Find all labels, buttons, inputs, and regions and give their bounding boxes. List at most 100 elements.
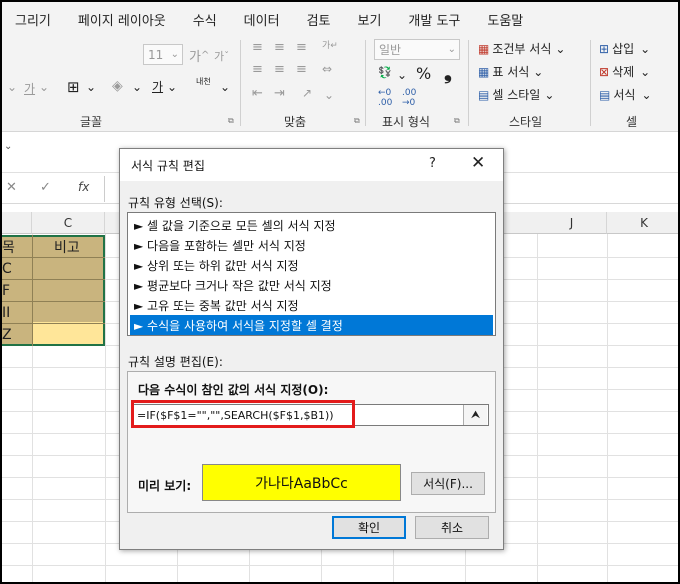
tab-review[interactable]: 검토 xyxy=(307,10,331,29)
orientation-icon[interactable]: ↗ xyxy=(302,86,312,100)
column-header-c[interactable]: C xyxy=(32,212,105,234)
table-format-label: 표 서식 xyxy=(492,65,530,79)
korean-chevron-icon[interactable]: ⌄ xyxy=(220,80,230,94)
table-cell[interactable]: 비고 xyxy=(54,236,80,257)
delete-icon: ⊠ xyxy=(599,64,610,79)
orientation-chevron-icon[interactable]: ⌄ xyxy=(324,88,334,102)
border-icon[interactable]: ⊞ xyxy=(67,78,80,96)
shrink-font-button[interactable]: 가ˇ xyxy=(214,48,229,64)
collapse-dialog-button[interactable]: ⮝ xyxy=(463,405,487,425)
tab-draw[interactable]: 그리기 xyxy=(15,10,51,29)
align-center-icon[interactable]: ≡ xyxy=(274,62,285,77)
align-middle-icon[interactable]: ≡ xyxy=(274,40,285,55)
tab-help[interactable]: 도움말 xyxy=(487,10,523,29)
table-cell[interactable]: F xyxy=(2,280,10,301)
korean-rotate-button[interactable]: 내천 xyxy=(196,76,211,87)
format-button[interactable]: ▤ 서식 ⌄ xyxy=(599,86,652,103)
group-cell-label: 셀 xyxy=(626,115,638,129)
list-item[interactable]: ► 고유 또는 중복 값만 서식 지정 xyxy=(130,295,493,315)
formula-label: 다음 수식이 참인 값의 서식 지정(O): xyxy=(138,383,329,397)
chevron-down-icon[interactable]: ⌄ xyxy=(4,141,12,152)
comma-label: ❟ xyxy=(444,60,452,84)
chevron-down-icon: ⌄ xyxy=(555,41,566,56)
increase-indent-icon[interactable]: ⇥ xyxy=(274,86,285,101)
group-font-label: 글꼴 xyxy=(80,115,103,129)
grow-font-button[interactable]: 가 ^ xyxy=(189,46,209,65)
help-icon[interactable]: ? xyxy=(429,156,436,171)
ribbon: 11 ⌄ 가 ^ 가ˇ ⌄ 가 ⌄ ⊞ ⌄ ◈ ⌄ 가 ⌄ 내천 ⌄ 글꼴 ⧉ ≡… xyxy=(2,36,678,132)
increase-decimal-icon[interactable]: ←0.00 xyxy=(378,88,392,108)
list-item[interactable]: ► 다음을 포함하는 셀만 서식 지정 xyxy=(130,235,493,255)
font-size-select[interactable]: 11 ⌄ xyxy=(143,44,183,65)
decrease-indent-icon[interactable]: ⇤ xyxy=(252,86,263,101)
column-header-label: J xyxy=(569,215,574,230)
align-left-icon[interactable]: ≡ xyxy=(252,62,263,77)
close-icon[interactable]: ✕ xyxy=(471,153,485,173)
wrap-text-icon[interactable]: 가↵ xyxy=(322,38,338,51)
tab-page-layout[interactable]: 페이지 레이아웃 xyxy=(78,10,166,29)
number-launcher-icon[interactable]: ⧉ xyxy=(454,116,460,126)
collapse-arrow-icon: ⮝ xyxy=(470,408,481,421)
table-cell[interactable]: Z xyxy=(2,324,12,345)
cell-style-button[interactable]: ▤ 셀 스타일 ⌄ xyxy=(478,86,554,103)
format-icon: ▤ xyxy=(599,87,611,102)
merge-center-icon[interactable]: ⇔ xyxy=(322,62,332,76)
chevron-down-icon: ⌄ xyxy=(641,87,652,102)
underline-chevron-icon[interactable]: ⌄ xyxy=(39,80,49,94)
format-button[interactable]: 서식(F)... xyxy=(411,472,485,495)
font-color-chevron-icon[interactable]: ⌄ xyxy=(167,80,177,94)
font-launcher-icon[interactable]: ⧉ xyxy=(228,116,234,126)
ok-button[interactable]: 확인 xyxy=(332,516,406,539)
group-style-label: 스타일 xyxy=(509,115,543,129)
conditional-format-button[interactable]: ▦ 조건부 서식 ⌄ xyxy=(478,40,565,57)
percent-button[interactable]: % xyxy=(416,64,431,83)
list-item[interactable]: ► 셀 값을 기준으로 모든 셀의 서식 지정 xyxy=(130,215,493,235)
gridline xyxy=(32,235,33,346)
currency-chevron-icon[interactable]: ⌄ xyxy=(397,68,407,82)
insert-button[interactable]: ⊞ 삽입 ⌄ xyxy=(599,40,650,57)
currency-icon[interactable]: 💱 xyxy=(378,66,392,79)
table-cell[interactable]: C xyxy=(2,258,12,279)
underline-button[interactable]: 가 xyxy=(24,80,35,97)
table-cell[interactable]: 목 xyxy=(2,236,15,257)
tab-formulas[interactable]: 수식 xyxy=(193,10,217,29)
column-header-k[interactable]: K xyxy=(607,212,678,234)
column-header[interactable] xyxy=(2,212,32,234)
border-chevron-icon[interactable]: ⌄ xyxy=(86,80,96,94)
align-launcher-icon[interactable]: ⧉ xyxy=(354,116,360,126)
delete-label: 삭제 xyxy=(612,65,635,79)
tab-data[interactable]: 데이터 xyxy=(244,10,280,29)
list-item[interactable]: ► 평균보다 크거나 작은 값만 서식 지정 xyxy=(130,275,493,295)
align-bottom-icon[interactable]: ≡ xyxy=(296,40,307,55)
confirm-entry-icon[interactable]: ✓ xyxy=(40,180,51,195)
list-item[interactable]: ► 상위 또는 하위 값만 서식 지정 xyxy=(130,255,493,275)
gridline xyxy=(537,234,538,582)
decrease-decimal-icon[interactable]: .00 →0 xyxy=(402,88,416,108)
align-right-icon[interactable]: ≡ xyxy=(296,62,307,77)
delete-button[interactable]: ⊠ 삭제 ⌄ xyxy=(599,63,650,80)
fill-chevron-icon[interactable]: ⌄ xyxy=(132,80,142,94)
number-format-select[interactable]: 일반 ⌄ xyxy=(374,39,460,60)
underline-dropdown[interactable]: ⌄ xyxy=(7,80,17,94)
list-item-selected[interactable]: ► 수식을 사용하여 서식을 지정할 셀 결정 xyxy=(130,315,493,335)
insert-function-icon[interactable]: fx xyxy=(78,180,89,194)
tab-developer[interactable]: 개발 도구 xyxy=(408,10,460,29)
comma-style-button[interactable]: ❟ xyxy=(444,60,452,84)
font-color-button[interactable]: 가 xyxy=(152,78,163,95)
column-header-j[interactable]: J xyxy=(537,212,607,234)
insert-label: 삽입 xyxy=(612,42,635,56)
cancel-entry-icon[interactable]: ✕ xyxy=(6,180,17,195)
cancel-button-label: 취소 xyxy=(440,521,464,535)
korean-rotate-label: 내천 xyxy=(196,77,211,86)
active-cell[interactable] xyxy=(32,322,103,344)
table-format-button[interactable]: ▦ 표 서식 ⌄ xyxy=(478,63,543,80)
fill-color-icon[interactable]: ◈ xyxy=(112,78,123,94)
tab-view[interactable]: 보기 xyxy=(357,10,381,29)
gridline xyxy=(2,279,105,280)
dialog-title: 서식 규칙 편집 xyxy=(131,159,205,173)
chevron-down-icon: ⌄ xyxy=(447,44,456,55)
table-cell[interactable]: II xyxy=(2,302,10,323)
cancel-button[interactable]: 취소 xyxy=(415,516,489,539)
align-top-icon[interactable]: ≡ xyxy=(252,40,263,55)
rule-type-list[interactable]: ► 셀 값을 기준으로 모든 셀의 서식 지정 ► 다음을 포함하는 셀만 서식… xyxy=(127,212,496,336)
